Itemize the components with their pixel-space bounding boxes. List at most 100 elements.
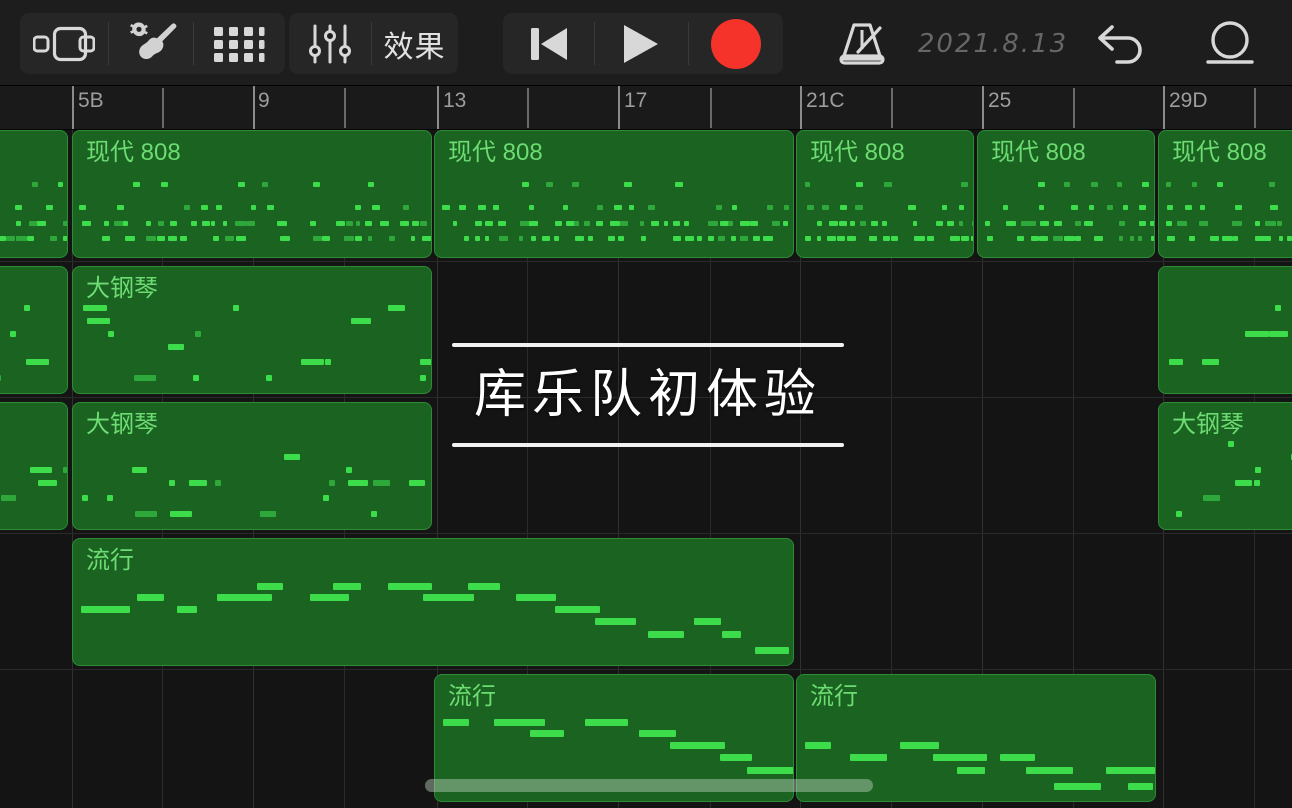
region-label: 现代 808 [991, 139, 1086, 166]
loop-button[interactable] [1194, 13, 1266, 74]
track-region[interactable]: 现代 808 [434, 130, 794, 258]
midi-note [728, 221, 733, 226]
midi-note [177, 606, 197, 613]
region-label: 现代 808 [810, 139, 905, 166]
midi-note [850, 754, 887, 761]
midi-note [107, 495, 113, 501]
garageband-window: 效果 2021.8.13 5B 9 13 17 21C 25 29D 现代 80… [0, 0, 1292, 808]
track-region[interactable]: 现代 808 [72, 130, 432, 258]
midi-note [184, 205, 190, 210]
midi-note [1075, 221, 1081, 226]
horizontal-scrollbar[interactable] [425, 779, 873, 792]
rewind-to-start-icon [530, 27, 567, 60]
track-region[interactable]: 流行 [72, 538, 794, 666]
midi-note [685, 236, 694, 241]
midi-note [1235, 205, 1242, 210]
timeline-ruler[interactable]: 5B 9 13 17 21C 25 29D [0, 86, 1292, 130]
midi-note [201, 205, 208, 210]
midi-note [1203, 495, 1220, 501]
midi-note [216, 205, 222, 210]
midi-note [882, 221, 887, 226]
track-region[interactable]: 大钢琴 [72, 266, 432, 394]
midi-note [1232, 221, 1242, 226]
midi-note [1031, 236, 1039, 241]
midi-note [82, 495, 88, 501]
midi-note [942, 205, 947, 210]
record-icon [710, 18, 761, 69]
ruler-tick-minor [891, 88, 893, 128]
midi-note [747, 767, 793, 774]
midi-note [1054, 221, 1062, 226]
midi-note [947, 221, 954, 226]
midi-note [134, 375, 156, 381]
metronome-button[interactable] [824, 13, 900, 74]
midi-note [1167, 205, 1173, 210]
midi-note [423, 594, 474, 601]
midi-note [464, 236, 469, 241]
track-region[interactable]: 现代 808 [977, 130, 1155, 258]
record-button[interactable] [688, 13, 783, 74]
midi-note [420, 359, 431, 365]
midi-note [1091, 182, 1098, 187]
rewind-button[interactable] [503, 13, 594, 74]
track-separator [0, 261, 1292, 262]
ruler-tick-minor [344, 88, 346, 128]
midi-note [336, 221, 345, 226]
midi-note [908, 205, 916, 210]
undo-button[interactable] [1086, 13, 1158, 74]
midi-note [108, 331, 114, 337]
midi-note [554, 236, 559, 241]
midi-note [1279, 236, 1283, 241]
midi-note [1089, 205, 1094, 210]
ruler-tick-major [1163, 86, 1165, 129]
midi-note [869, 236, 877, 241]
my-songs-button[interactable] [20, 13, 108, 74]
midi-note [1117, 182, 1122, 187]
midi-note [731, 236, 736, 241]
region-label: 流行 [86, 547, 134, 574]
track-region[interactable] [0, 402, 68, 530]
midi-note [640, 221, 644, 226]
play-icon [624, 24, 658, 63]
track-region[interactable]: 大钢琴 [72, 402, 432, 530]
track-area[interactable]: 现代 808 现代 808 现代 808 现代 808 现代 808 大钢琴 大钢琴 大钢琴流… [0, 130, 1292, 808]
midi-note [673, 236, 681, 241]
region-label: 现代 808 [448, 139, 543, 166]
ruler-tick-minor [162, 88, 164, 128]
midi-note [740, 236, 748, 241]
midi-note [313, 182, 320, 187]
track-region[interactable] [1158, 266, 1292, 394]
midi-note [1038, 182, 1045, 187]
midi-note [542, 236, 550, 241]
mixer-button[interactable] [289, 13, 371, 74]
region-label: 流行 [448, 683, 496, 710]
midi-note [933, 754, 987, 761]
midi-note [708, 236, 714, 241]
instrument-settings-button[interactable] [108, 13, 193, 74]
undo-arrow-icon [1098, 24, 1142, 64]
midi-note [498, 221, 506, 226]
midi-note [957, 767, 985, 774]
track-region[interactable] [0, 266, 68, 394]
midi-note [675, 182, 683, 187]
track-region[interactable]: 现代 808 [796, 130, 974, 258]
midi-note [157, 236, 165, 241]
midi-note [555, 221, 562, 226]
midi-note [389, 236, 395, 241]
midi-note [1265, 236, 1271, 241]
midi-note [572, 182, 579, 187]
loop-browser-button[interactable] [193, 13, 285, 74]
track-region[interactable]: 大钢琴 [1158, 402, 1292, 530]
fx-button[interactable]: 效果 [371, 13, 458, 74]
midi-note [346, 221, 353, 226]
midi-note [37, 221, 46, 226]
play-button[interactable] [594, 13, 688, 74]
midi-note [356, 221, 360, 226]
midi-note [329, 480, 335, 486]
midi-note [784, 205, 789, 210]
ruler-label: 25 [988, 89, 1012, 112]
midi-note [620, 221, 628, 226]
track-region[interactable] [0, 130, 68, 258]
track-region[interactable]: 现代 808 [1158, 130, 1292, 258]
midi-note [475, 221, 482, 226]
